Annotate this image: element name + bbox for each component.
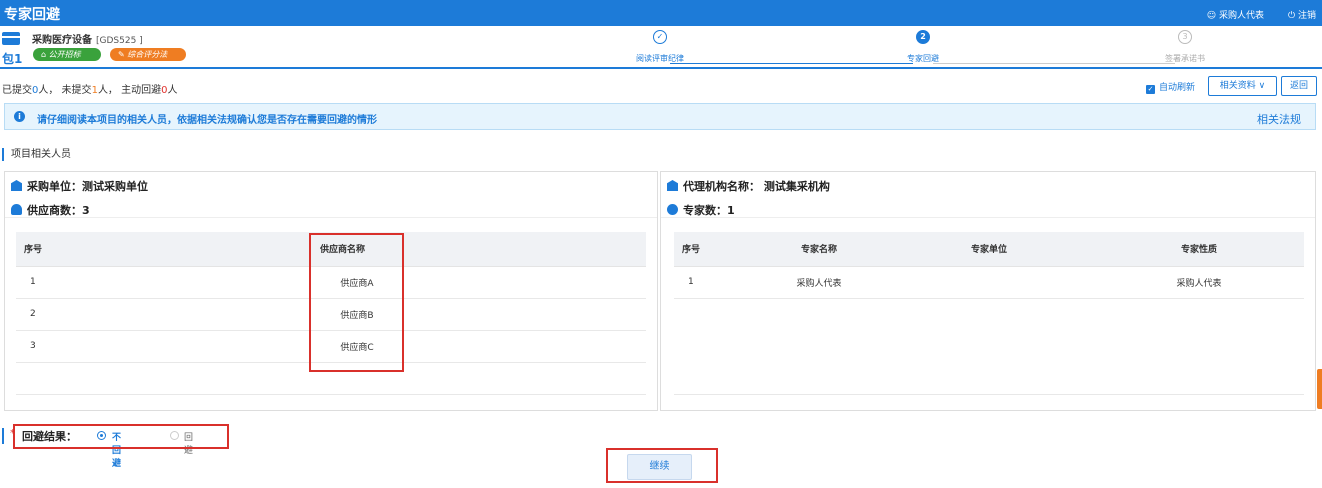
agency-info: 代理机构名称： 测试集采机构 专家数：1 xyxy=(661,172,1315,218)
step-1-check-icon: ✓ xyxy=(653,30,667,44)
expert-count-line: 专家数：1 xyxy=(667,202,735,218)
highlight-box-result xyxy=(13,424,229,449)
table-row-empty xyxy=(674,330,1304,362)
column-header: 序号 xyxy=(674,232,754,267)
table-header-row: 序号 专家名称 专家单位 专家性质 xyxy=(674,232,1304,267)
step-2-circle: 2 xyxy=(916,30,930,44)
expert-table: 序号 专家名称 专家单位 专家性质 1 采购人代表 采购人代表 xyxy=(674,232,1304,395)
checkbox-check-icon: ✓ xyxy=(1146,85,1155,94)
page-title: 专家回避 xyxy=(4,7,60,23)
step-1-label: 阅读评审纪律 xyxy=(636,54,684,63)
purchaser-info: 采购单位：测试采购单位 供应商数：3 xyxy=(5,172,657,218)
avoidance-result-row: * 回避结果： 不回避 回避 xyxy=(2,428,193,469)
table-cell: 采购人代表 xyxy=(754,266,884,299)
user-icon xyxy=(11,204,22,215)
related-regulations-link[interactable]: 相关法规 xyxy=(1257,111,1301,127)
table-cell xyxy=(884,266,1094,299)
user-name: 采购人代表 xyxy=(1218,11,1264,21)
side-feedback-tab[interactable] xyxy=(1317,369,1322,409)
step-3-circle: 3 xyxy=(1178,30,1192,44)
package-number: 包1 xyxy=(2,52,23,66)
section-title: 项目相关人员 xyxy=(2,148,71,161)
table-row-empty xyxy=(674,298,1304,330)
column-header: 专家单位 xyxy=(884,232,1094,267)
auto-refresh-checkbox[interactable]: ✓ 自动刷新 xyxy=(1146,80,1195,94)
back-button[interactable]: 返回 xyxy=(1281,76,1317,96)
table-cell: 1 xyxy=(674,266,754,299)
column-header: 序号 xyxy=(16,232,312,267)
table-cell-empty xyxy=(402,298,646,331)
related-docs-button[interactable]: 相关资料 ∨ xyxy=(1208,76,1277,96)
step-3-label: 签署承诺书 xyxy=(1165,54,1205,63)
top-bar: 专家回避 ☺ 采购人代表 ⏻ 注销 xyxy=(0,0,1322,26)
highlight-box-continue xyxy=(606,448,718,483)
table-row: 1 采购人代表 采购人代表 xyxy=(674,266,1304,299)
info-icon: i xyxy=(14,111,25,122)
step-2-label: 专家回避 xyxy=(907,54,939,63)
user-menu[interactable]: ☺ 采购人代表 xyxy=(1207,8,1264,21)
logout-label: 注销 xyxy=(1297,11,1316,21)
package-code: [GDS525 ] xyxy=(96,36,143,46)
table-cell-empty xyxy=(402,330,646,363)
step-line-2 xyxy=(933,63,1175,64)
package-name: 采购医疗设备 [GDS525 ] xyxy=(32,35,143,46)
table-cell: 采购人代表 xyxy=(1094,266,1304,299)
method-badge: ⌂ 公开招标 xyxy=(33,48,101,61)
highlight-box-supplier-column xyxy=(309,233,404,372)
agency-line: 代理机构名称： 测试集采机构 xyxy=(667,178,830,194)
column-header-empty xyxy=(402,232,646,267)
table-cell-empty xyxy=(402,266,646,299)
purchaser-line: 采购单位：测试采购单位 xyxy=(11,178,148,194)
scoring-badge: ✎ 综合评分法 xyxy=(110,48,186,61)
notice-text: 请仔细阅读本项目的相关人员，依据相关法规确认您是否存在需要回避的情形 xyxy=(37,115,377,126)
column-header: 专家性质 xyxy=(1094,232,1304,267)
table-cell: 2 xyxy=(16,298,312,331)
medal-icon xyxy=(667,204,678,215)
table-row-empty xyxy=(674,362,1304,395)
column-header: 专家名称 xyxy=(754,232,884,267)
logout-button[interactable]: ⏻ 注销 xyxy=(1288,8,1316,21)
package-icon xyxy=(2,32,20,45)
notice-bar: i 请仔细阅读本项目的相关人员，依据相关法规确认您是否存在需要回避的情形 相关法… xyxy=(4,103,1316,130)
table-cell: 1 xyxy=(16,266,312,299)
agency-panel: 代理机构名称： 测试集采机构 专家数：1 序号 专家名称 专家单位 专家性质 1… xyxy=(660,171,1316,411)
supplier-count-line: 供应商数：3 xyxy=(11,202,90,218)
step-line-1 xyxy=(670,63,913,64)
table-cell: 3 xyxy=(16,330,312,363)
bank-icon xyxy=(667,180,678,191)
bank-icon xyxy=(11,180,22,191)
submission-stats: 已提交0人， 未提交1人， 主动回避0人 xyxy=(2,85,178,96)
